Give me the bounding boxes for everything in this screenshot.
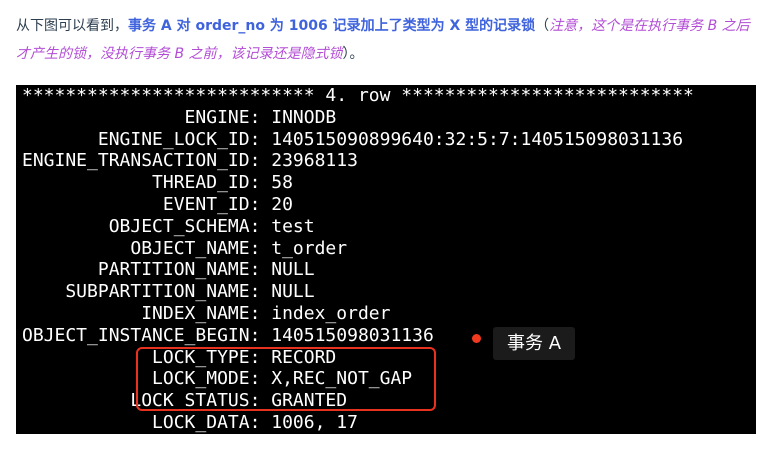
terminal-line-event-id: EVENT_ID: 20: [22, 193, 293, 215]
terminal-screenshot: *************************** 4. row *****…: [16, 85, 756, 434]
intro-paren-close: ）。: [342, 46, 364, 62]
lock-highlight-box: [136, 347, 436, 411]
terminal-line-row-header: *************************** 4. row *****…: [22, 85, 694, 106]
terminal-line-subpartition-name: SUBPARTITION_NAME: NULL: [22, 281, 315, 303]
intro-paragraph: 从下图可以看到，事务 A 对 order_no 为 1006 记录加上了类型为 …: [16, 12, 761, 68]
terminal-line-engine-lock-id: ENGINE_LOCK_ID: 140515090899640:32:5:7:1…: [22, 128, 684, 150]
terminal-line-engine: ENGINE: INNODB: [22, 106, 337, 128]
terminal-line-object-instance-begin: OBJECT_INSTANCE_BEGIN: 140515098031136: [22, 324, 434, 346]
intro-paren-open: （: [535, 18, 550, 34]
terminal-line-lock-data: LOCK_DATA: 1006, 17: [22, 411, 358, 433]
annotation-dot: [472, 334, 481, 343]
terminal-line-index-name: INDEX_NAME: index_order: [22, 302, 391, 324]
intro-text: 从下图可以看到，: [16, 18, 128, 34]
intro-highlight: 事务 A 对 order_no 为 1006 记录加上了类型为 X 型的记录锁: [128, 18, 536, 34]
terminal-line-object-schema: OBJECT_SCHEMA: test: [22, 215, 315, 237]
terminal-line-thread-id: THREAD_ID: 58: [22, 172, 293, 194]
terminal-line-partition-name: PARTITION_NAME: NULL: [22, 259, 315, 281]
terminal-line-object-name: OBJECT_NAME: t_order: [22, 237, 348, 259]
transaction-a-label: 事务 A: [493, 327, 575, 360]
terminal-line-engine-transaction-id: ENGINE_TRANSACTION_ID: 23968113: [22, 150, 358, 172]
